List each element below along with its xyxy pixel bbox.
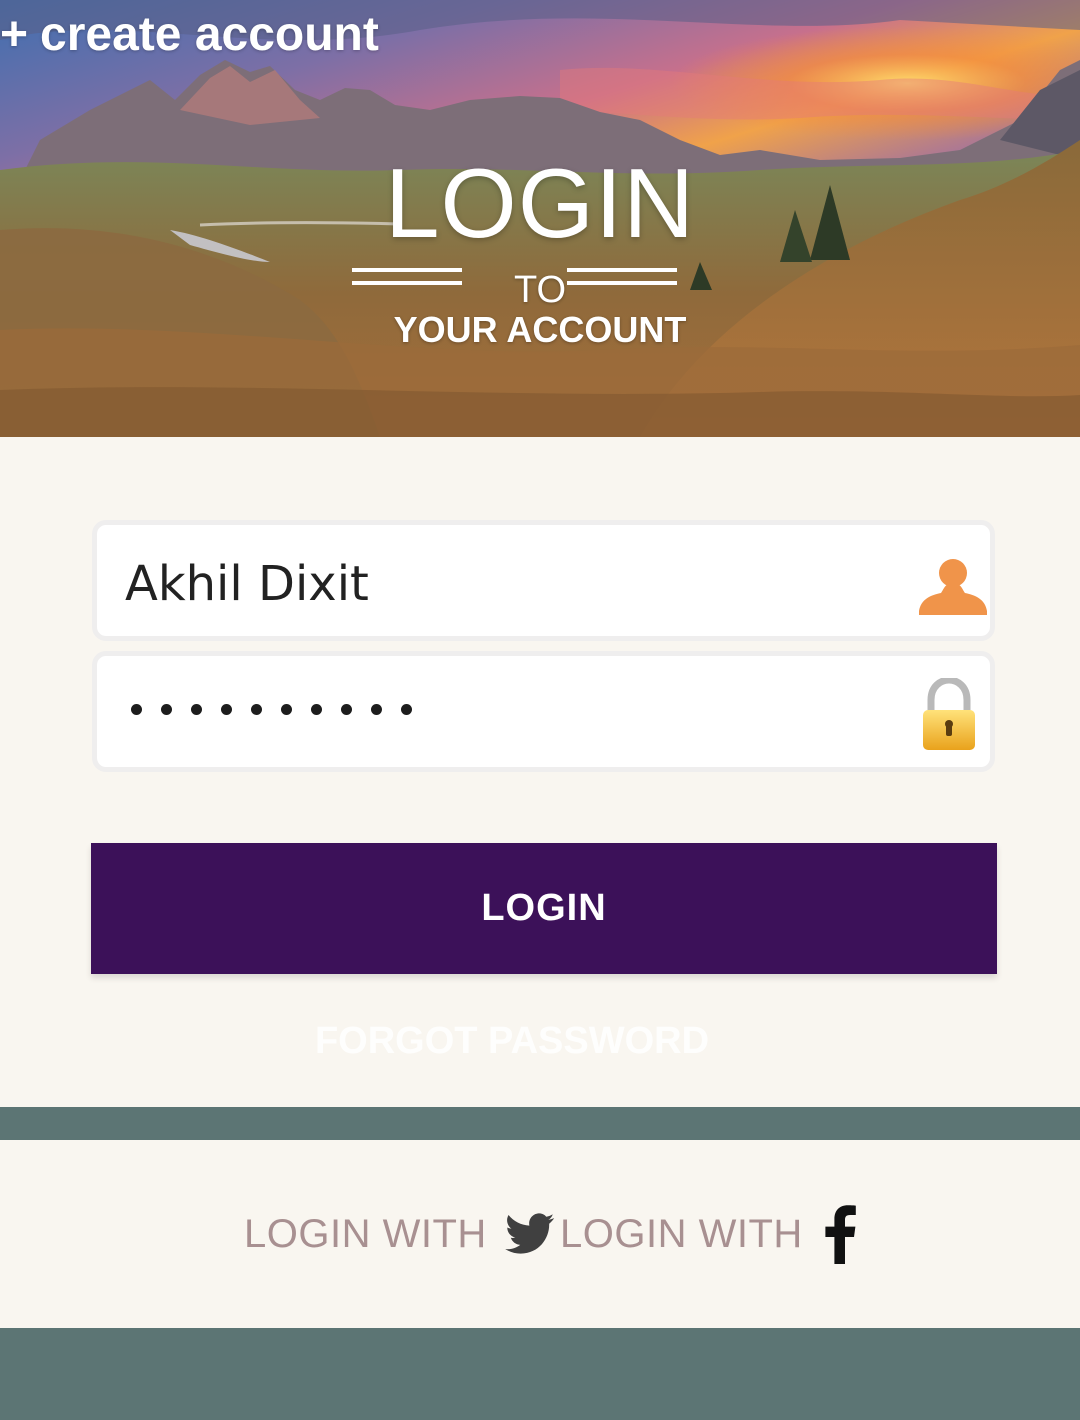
hero-banner: + create account LOGIN TO YOUR ACCOUNT (0, 0, 1080, 437)
title-to-text: TO (513, 269, 567, 311)
lock-icon (923, 678, 975, 750)
create-account-label: create account (40, 8, 379, 61)
facebook-login-label: LOGIN WITH (560, 1212, 803, 1256)
password-masked-value (131, 704, 412, 715)
page-subtitle: YOUR ACCOUNT (393, 309, 687, 350)
create-account-link[interactable]: + create account (0, 8, 379, 62)
password-field[interactable] (92, 651, 995, 772)
user-icon (919, 559, 987, 615)
footer-band (0, 1328, 1080, 1420)
page-title: LOGIN (385, 148, 695, 258)
login-button[interactable]: LOGIN (91, 843, 997, 974)
username-field[interactable]: Akhil Dixit (92, 520, 995, 641)
forgot-password-link[interactable]: FORGOT PASSWORD (0, 1020, 1024, 1063)
twitter-login-label: LOGIN WITH (244, 1212, 487, 1256)
plus-icon: + (0, 8, 29, 61)
username-value: Akhil Dixit (125, 556, 369, 612)
twitter-login-button[interactable]: LOGIN WITH (244, 1204, 555, 1264)
divider-band (0, 1107, 1080, 1140)
twitter-bird-icon (504, 1213, 554, 1254)
facebook-f-icon (825, 1205, 856, 1264)
facebook-login-button[interactable]: LOGIN WITH (560, 1204, 857, 1264)
